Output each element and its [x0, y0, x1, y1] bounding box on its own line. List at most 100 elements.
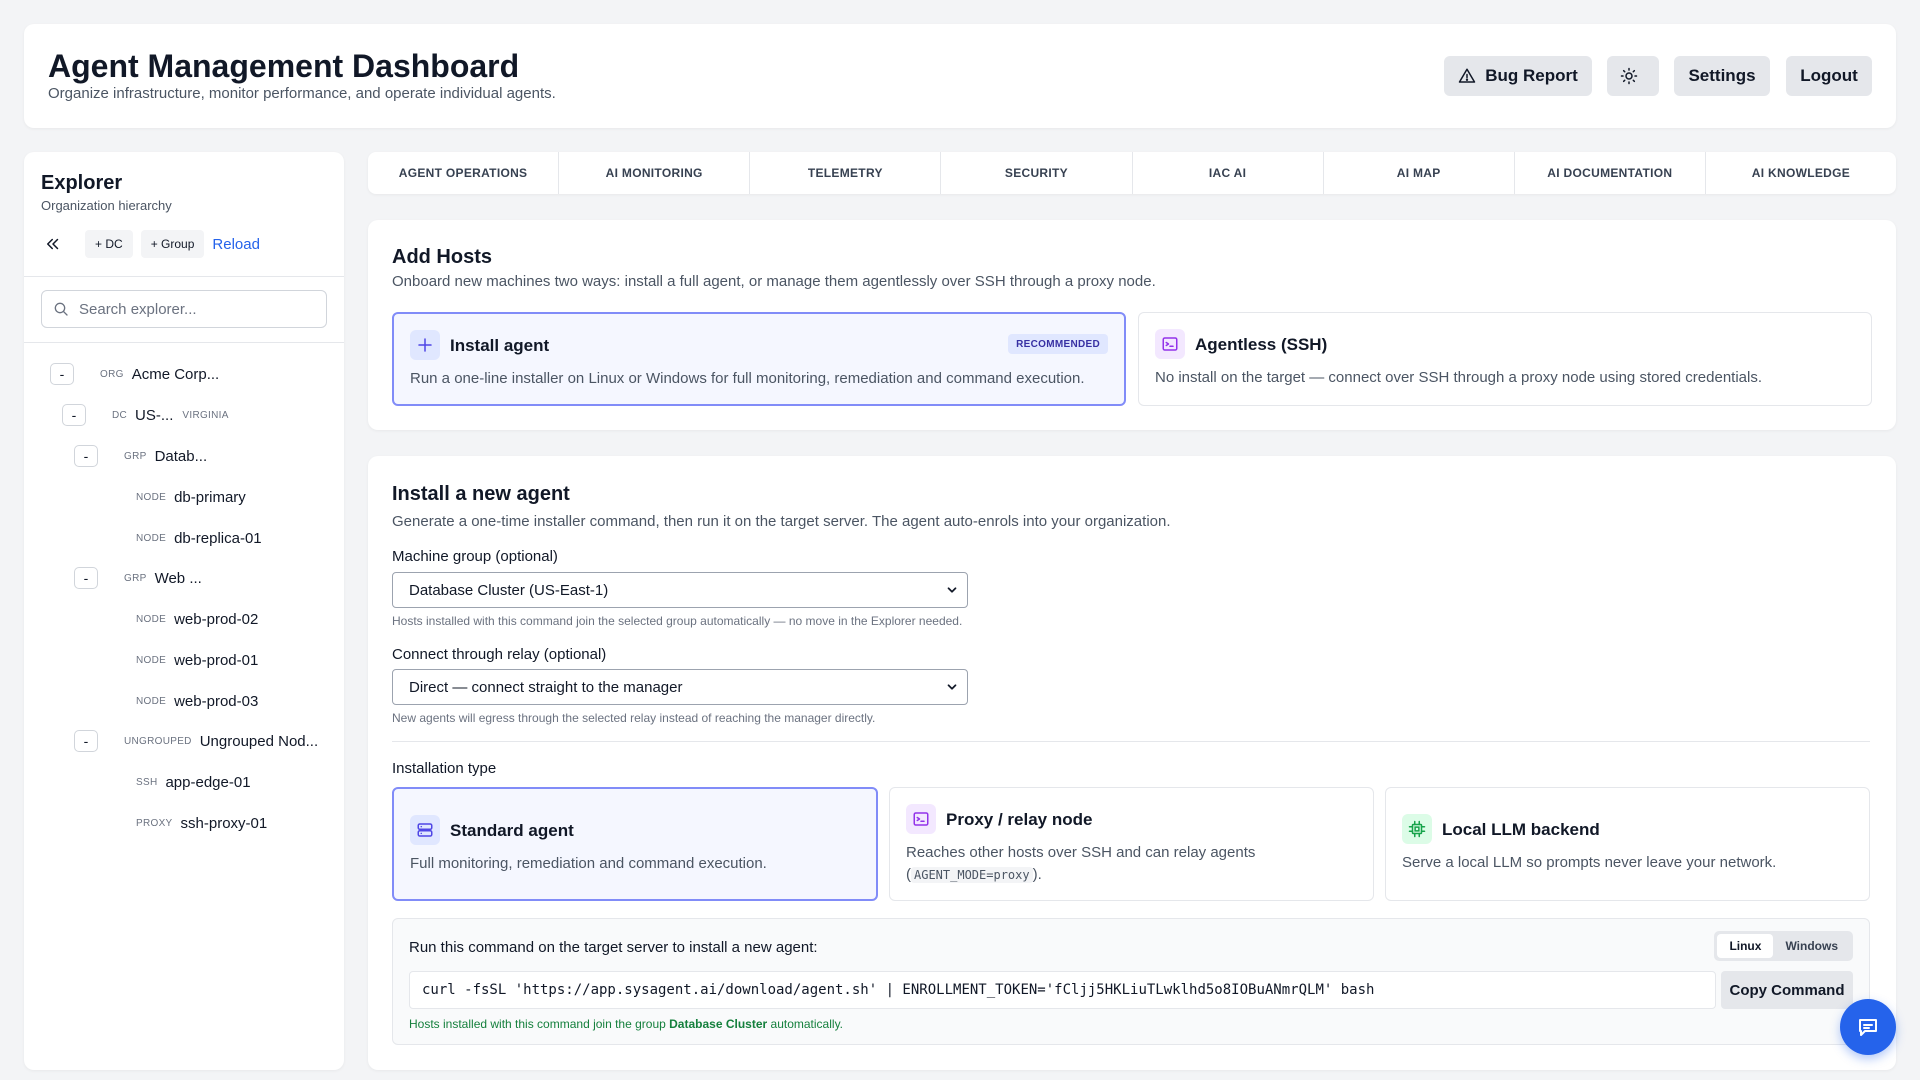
standard-agent-title: Standard agent [450, 821, 574, 840]
install-command-text[interactable]: curl -fsSL 'https://app.sysagent.ai/down… [409, 971, 1716, 1009]
tab-telemetry[interactable]: TELEMETRY [750, 152, 942, 194]
terminal-icon [1155, 329, 1185, 359]
settings-button[interactable]: Settings [1674, 56, 1770, 96]
tree-node-type: NODE [136, 532, 167, 544]
note-group: Database Cluster [669, 1017, 768, 1031]
tree-node-11[interactable]: PROXY ssh-proxy-01 [136, 811, 267, 835]
install-agent-description: Run a one-line installer on Linux or Win… [410, 370, 1085, 387]
local-llm-title: Local LLM backend [1442, 820, 1600, 839]
search-input[interactable] [79, 300, 309, 318]
tree-node-name: ssh-proxy-01 [180, 814, 268, 832]
tree-node-type: PROXY [136, 817, 173, 829]
install-command-panel: Run this command on the target server to… [392, 918, 1870, 1045]
install-agent-title: Install agent [450, 336, 550, 355]
tree-node-name: web-prod-01 [174, 651, 259, 669]
tab-ai-map[interactable]: AI MAP [1324, 152, 1515, 194]
tab-agent-operations[interactable]: AGENT OPERATIONS [368, 152, 560, 194]
logout-button[interactable]: Logout [1786, 56, 1872, 96]
explorer-title: Explorer [41, 172, 123, 194]
tree-collapse-toggle[interactable]: - [62, 404, 86, 426]
install-agent-option[interactable]: Install agent RECOMMENDED Run a one-line… [392, 312, 1126, 406]
proxy-relay-description: Reaches other hosts over SSH and can rel… [906, 842, 1346, 886]
relay-help: New agents will egress through the selec… [392, 711, 876, 725]
tree-node-name: app-edge-01 [165, 773, 251, 791]
install-agent-intro: Generate a one-time installer command, t… [392, 513, 1171, 530]
tree-collapse-toggle[interactable]: - [74, 730, 98, 752]
tree-node-name: web-prod-03 [174, 692, 259, 710]
theme-toggle-button[interactable] [1607, 56, 1659, 96]
add-dc-button[interactable]: + DC [85, 230, 133, 258]
explorer-subtitle: Organization hierarchy [41, 198, 172, 213]
chat-button[interactable] [1840, 999, 1896, 1055]
server-icon [410, 815, 440, 845]
page-header: Agent Management Dashboard Organize infr… [24, 24, 1896, 128]
standard-agent-option[interactable]: Standard agent Full monitoring, remediat… [392, 787, 878, 901]
tree-node-name: US-... [135, 406, 174, 424]
chevron-down-icon [947, 587, 957, 593]
tree-node-name: db-replica-01 [174, 529, 262, 547]
tree-node-3[interactable]: NODE db-primary [136, 485, 246, 509]
tab-security[interactable]: SECURITY [941, 152, 1133, 194]
local-llm-option[interactable]: Local LLM backend Serve a local LLM so p… [1385, 787, 1870, 901]
tree-node-4[interactable]: NODE db-replica-01 [136, 526, 262, 550]
agentless-ssh-description: No install on the target — connect over … [1155, 369, 1763, 386]
paren-close: ). [1032, 866, 1042, 883]
add-group-button[interactable]: + Group [140, 230, 205, 258]
tree-collapse-toggle[interactable]: - [74, 567, 98, 589]
os-linux-button[interactable]: Linux [1717, 934, 1774, 958]
agent-mode-code: AGENT_MODE=proxy [911, 867, 1033, 883]
command-label: Run this command on the target server to… [409, 939, 818, 956]
installation-type-label: Installation type [392, 760, 497, 777]
divider [392, 741, 1870, 742]
tree-collapse-toggle[interactable]: - [74, 445, 98, 467]
tab-ai-documentation[interactable]: AI DOCUMENTATION [1515, 152, 1706, 194]
tree-node-2[interactable]: - GRP Datab... [74, 444, 207, 468]
tree-node-5[interactable]: - GRP Web ... [74, 566, 202, 590]
tree-node-type: DC [112, 409, 128, 421]
proxy-relay-description-text: Reaches other hosts over SSH and can rel… [906, 844, 1256, 861]
tree-node-10[interactable]: SSH app-edge-01 [136, 770, 251, 794]
tree-node-7[interactable]: NODE web-prod-01 [136, 648, 258, 672]
reload-link[interactable]: Reload [212, 236, 260, 253]
note-suffix: automatically. [770, 1017, 844, 1031]
copy-command-button[interactable]: Copy Command [1721, 971, 1853, 1009]
tree-node-name: Datab... [154, 447, 208, 465]
add-hosts-description: Onboard new machines two ways: install a… [392, 273, 1156, 290]
tree-node-name: web-prod-02 [174, 610, 259, 628]
bug-report-button[interactable]: Bug Report [1444, 56, 1592, 96]
tree-node-9[interactable]: - UNGROUPED Ungrouped Nod... [74, 729, 318, 753]
bug-report-label: Bug Report [1485, 66, 1578, 85]
main-tabs: AGENT OPERATIONS AI MONITORING TELEMETRY… [368, 152, 1896, 194]
tree-node-0[interactable]: - ORG Acme Corp... [50, 362, 219, 386]
tab-ai-knowledge[interactable]: AI KNOWLEDGE [1706, 152, 1896, 194]
tree-node-name: Web ... [154, 569, 202, 587]
collapse-sidebar-button[interactable] [41, 232, 65, 256]
tree-node-type: NODE [136, 491, 167, 503]
tree-node-name: db-primary [174, 488, 246, 506]
plus-icon [410, 330, 440, 360]
agentless-ssh-option[interactable]: Agentless (SSH) No install on the target… [1138, 312, 1872, 406]
tree-node-1[interactable]: - DC US-... VIRGINIA [62, 403, 229, 427]
double-chevron-left-icon [47, 238, 59, 250]
explorer-search[interactable] [41, 290, 327, 328]
tab-ai-monitoring[interactable]: AI MONITORING [559, 152, 751, 194]
tree-collapse-toggle[interactable]: - [50, 363, 74, 385]
tree-node-type: ORG [100, 368, 124, 380]
machine-group-help: Hosts installed with this command join t… [392, 614, 963, 628]
local-llm-description: Serve a local LLM so prompts never leave… [1402, 854, 1777, 871]
add-hosts-title: Add Hosts [392, 246, 492, 268]
machine-group-select[interactable]: Database Cluster (US-East-1) [392, 572, 968, 608]
tree-node-name: Acme Corp... [131, 365, 220, 383]
tab-iac-ai[interactable]: IAC AI [1133, 152, 1324, 194]
terminal-icon [906, 804, 936, 834]
group-join-note: Hosts installed with this command join t… [409, 1017, 843, 1031]
tree-node-name: Ungrouped Nod... [199, 732, 319, 750]
add-hosts-card: Add Hosts Onboard new machines two ways:… [368, 220, 1896, 430]
proxy-relay-option[interactable]: Proxy / relay node Reaches other hosts o… [889, 787, 1374, 901]
tree-node-8[interactable]: NODE web-prod-03 [136, 689, 258, 713]
relay-select[interactable]: Direct — connect straight to the manager [392, 669, 968, 705]
install-agent-heading: Install a new agent [392, 483, 570, 505]
tree-node-6[interactable]: NODE web-prod-02 [136, 607, 258, 631]
os-windows-button[interactable]: Windows [1773, 934, 1850, 958]
chevron-down-icon [947, 684, 957, 690]
